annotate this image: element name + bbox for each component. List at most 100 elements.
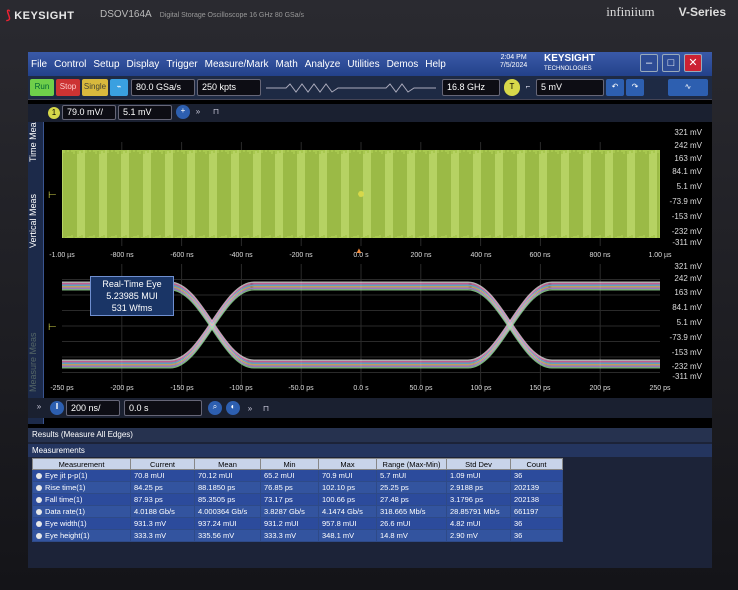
channel-badge[interactable]: 1 [48,107,60,119]
menu-analyze[interactable]: Analyze [305,59,341,70]
pin-icon[interactable]: ⊓ [260,401,272,415]
column-header[interactable]: Range (Max-Min) [376,458,447,470]
menu-math[interactable]: Math [276,59,298,70]
expand-icon[interactable]: » [244,401,256,415]
trigger-position-marker[interactable]: ▲ [355,246,363,255]
time-tick: 600 ns [529,252,551,259]
menu-setup[interactable]: Setup [93,59,119,70]
tab-measure-meas[interactable]: Measure Meas [28,312,44,412]
menu-utilities[interactable]: Utilities [347,59,379,70]
measurement-value: 2.90 mV [446,529,511,542]
run-button[interactable]: Run [30,79,54,96]
time-tick: 400 ns [470,252,492,259]
memory-depth-field[interactable]: 250 kpts [197,79,261,96]
time-tick: 250 ps [649,385,671,392]
measurement-value: 26.6 mUI [376,517,447,530]
minimize-icon[interactable]: – [640,54,658,72]
model-description: Digital Storage Oscilloscope 16 GHz 80 G… [159,12,305,19]
table-row[interactable]: Eye width(1) 931.3 mV 937.24 mUI 931.2 mUI 9… [32,517,563,530]
column-header[interactable]: Std Dev [446,458,511,470]
menu-demos[interactable]: Demos [387,59,419,70]
measurement-value: 70.8 mUI [130,469,195,482]
bandwidth-field[interactable]: 16.8 GHz [442,79,500,96]
table-row[interactable]: Data rate(1) 4.0188 Gb/s 4.000364 Gb/s 3.82… [32,505,563,518]
redo-icon[interactable]: ↷ [626,79,644,96]
vertical-offset-field[interactable]: 5.1 mV [118,105,172,120]
top-waveform-plot [62,142,660,246]
menu-file[interactable]: File [31,59,47,70]
eye-label-title: Real-Time Eye [102,279,162,289]
keysight-technologies-logo: KEYSIGHT TECHNOLOGIES [544,54,595,74]
time-tick: -100 ps [229,385,253,392]
vertical-scale-field[interactable]: 79.0 mV/ [62,105,116,120]
measurement-value: 14.8 mV [376,529,447,542]
channel-ground-marker-bottom[interactable]: ⊢ [48,322,57,333]
time-tick: -200 ns [289,252,313,259]
single-button[interactable]: Single [82,79,108,96]
pin-icon[interactable]: ⊓ [210,104,222,119]
measurement-value: 84.25 ps [130,481,195,494]
expand-icon[interactable]: » [32,401,46,415]
column-header[interactable]: Min [260,458,319,470]
scale-label: -232 mV [671,362,702,371]
measurement-bullet-icon [36,485,42,492]
trigger-channel-icon[interactable]: T [504,79,520,96]
auto-scale-icon[interactable]: ⌁ [110,79,128,96]
measurement-bullet-icon [36,497,42,504]
close-icon[interactable]: ✕ [684,54,702,72]
measurements-header: Measurements [28,444,712,457]
measurement-value: 333.3 mV [130,529,195,542]
measurement-value: 333.3 mV [260,529,319,542]
table-row[interactable]: Eye jit p-p(1) 70.8 mUI 70.12 mUI 65.2 mUI 7… [32,469,563,482]
keysight-logo-icon: ⟆ [6,8,12,22]
measurement-value: 2.9188 ps [446,481,511,494]
measurement-name: Fall time(1) [32,493,131,506]
acquisition-toolbar: Run Stop Single ⌁ 80.0 GSa/s 250 kpts 16… [28,76,712,100]
measurement-name: Eye jit p-p(1) [32,469,131,482]
column-header[interactable]: Max [318,458,377,470]
menu-help[interactable]: Help [425,59,446,70]
menu-control[interactable]: Control [54,59,86,70]
stop-button[interactable]: Stop [56,79,80,96]
scale-label: -153 mV [671,348,702,357]
column-header[interactable]: Measurement [32,458,131,470]
add-channel-icon[interactable]: + [176,105,190,119]
trigger-edge-icon[interactable]: ⌐ [522,79,534,96]
trigger-level-field[interactable]: 5 mV [536,79,604,96]
model-number: DSOV164A [100,9,152,20]
scale-label: 242 mV [674,141,702,150]
menu-bar: File Control Setup Display Trigger Measu… [28,52,712,76]
time-tick: 200 ps [589,385,611,392]
autoscale-button[interactable]: ∿ [668,79,708,96]
horizontal-scale-field[interactable]: 200 ns/ [66,400,120,416]
sample-rate-field[interactable]: 80.0 GSa/s [131,79,195,96]
column-header[interactable]: Count [510,458,563,470]
maximize-icon[interactable]: □ [662,54,680,72]
time-tick: 800 ns [589,252,611,259]
scale-label: 321 mV [674,128,702,137]
time-tick: 150 ps [529,385,551,392]
expand-icon[interactable]: » [192,104,204,119]
table-body: Eye jit p-p(1) 70.8 mUI 70.12 mUI 65.2 mUI 7… [32,469,563,542]
column-header[interactable]: Current [130,458,195,470]
column-header[interactable]: Mean [194,458,261,470]
channel-ground-marker-top[interactable]: ⊢ [48,190,57,201]
measurement-value: 661197 [510,505,563,518]
measurement-value: 931.2 mUI [260,517,319,530]
table-row[interactable]: Eye height(1) 333.3 mV 335.56 mV 333.3 mV 34… [32,529,563,542]
time-tick: 200 ns [410,252,432,259]
scale-label: -73.9 mV [669,333,702,342]
zoom-icon[interactable]: ⌕ [208,401,222,415]
table-row[interactable]: Rise time(1) 84.25 ps 88.1850 ps 76.85 ps 10… [32,481,563,494]
measurement-value: 931.3 mV [130,517,195,530]
menu-trigger[interactable]: Trigger [166,59,197,70]
horizontal-position-field[interactable]: 0.0 s [124,400,202,416]
measurement-value: 36 [510,469,563,482]
undo-icon[interactable]: ↶ [606,79,624,96]
menu-measure-mark[interactable]: Measure/Mark [205,59,269,70]
table-row[interactable]: Fall time(1) 87.93 ps 85.3505 ps 73.17 ps 10… [32,493,563,506]
horizontal-menu-icon[interactable]: ◐ [226,401,240,415]
menu-display[interactable]: Display [127,59,160,70]
pause-icon[interactable]: ‖ [50,401,64,415]
scale-label: -311 mV [672,372,702,381]
